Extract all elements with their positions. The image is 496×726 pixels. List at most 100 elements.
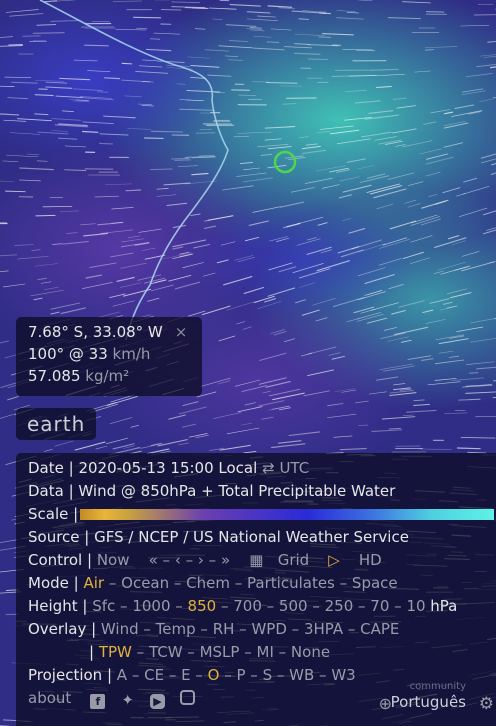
wind-streak xyxy=(99,142,114,145)
height-option-500[interactable]: 500 xyxy=(279,597,308,615)
spot-wind-unit[interactable]: km/h xyxy=(113,345,151,363)
option-separator: – xyxy=(115,597,133,615)
option-separator: – xyxy=(127,666,145,684)
menu-row-mode: Mode | Air – Ocean – Chem – Particulates… xyxy=(28,572,496,595)
mode-option-particulates[interactable]: Particulates xyxy=(247,574,335,592)
back-day-icon[interactable]: « xyxy=(149,551,158,569)
date-value[interactable]: 2020-05-13 15:00 Local xyxy=(78,459,257,477)
overlay-option-tpw[interactable]: TPW xyxy=(99,643,132,661)
option-separator: – xyxy=(353,597,371,615)
spot-tpw-unit[interactable]: kg/m² xyxy=(85,367,129,385)
overlay-option-temp[interactable]: Temp xyxy=(156,620,196,638)
mode-option-space[interactable]: Space xyxy=(352,574,398,592)
mode-option-ocean[interactable]: Ocean xyxy=(121,574,169,592)
overlay-option-mi[interactable]: MI xyxy=(257,643,274,661)
overlay-option-tcw[interactable]: TCW xyxy=(149,643,183,661)
wind-streak xyxy=(121,62,133,65)
overlay-option-cape[interactable]: CAPE xyxy=(360,620,399,638)
twitter-icon[interactable]: ✦ xyxy=(120,693,135,708)
play-icon[interactable]: ▷ xyxy=(328,551,340,569)
wind-streak xyxy=(34,113,49,116)
forward-step-icon[interactable]: › xyxy=(198,551,204,569)
spot-info-panel: 7.68° S, 33.08° W × 100° @ 33 km/h 57.085… xyxy=(16,317,202,396)
facebook-icon[interactable]: f xyxy=(90,694,106,709)
control-sep: – xyxy=(185,551,194,569)
forward-day-icon[interactable]: » xyxy=(221,551,230,569)
wind-streak xyxy=(184,7,208,9)
data-label: Data | xyxy=(28,482,74,500)
grid-toggle[interactable]: Grid xyxy=(278,551,309,569)
overlay-option-rh[interactable]: RH xyxy=(213,620,235,638)
close-icon[interactable]: × xyxy=(175,323,188,341)
wind-streak xyxy=(104,77,121,80)
about-link[interactable]: about xyxy=(28,689,71,707)
scale-label: Scale | xyxy=(28,505,79,523)
gear-icon[interactable]: ⚙ xyxy=(479,693,494,716)
option-separator: – xyxy=(182,643,200,661)
menu-panel: Date | 2020-05-13 15:00 Local ⇄ UTC Data… xyxy=(16,453,496,726)
spot-coords: 7.68° S, 33.08° W xyxy=(28,323,163,341)
height-option-700[interactable]: 700 xyxy=(233,597,262,615)
menu-row-data: Data | Wind @ 850hPa + Total Precipitabl… xyxy=(28,480,496,503)
projection-option-w3[interactable]: W3 xyxy=(331,666,355,684)
instagram-icon[interactable] xyxy=(179,690,195,705)
overlay-row2-prefix: | xyxy=(89,643,95,661)
menu-row-source: Source | GFS / NCEP / US National Weathe… xyxy=(28,526,496,549)
projection-option-wb[interactable]: WB xyxy=(289,666,314,684)
hd-toggle[interactable]: HD xyxy=(359,551,382,569)
control-sep: – xyxy=(162,551,171,569)
height-unit: hPa xyxy=(425,597,458,615)
mode-label: Mode | xyxy=(28,574,79,592)
youtube-icon[interactable]: ▶ xyxy=(149,694,165,709)
source-label: Source | xyxy=(28,528,90,546)
overlay-option-wpd[interactable]: WPD xyxy=(251,620,286,638)
menu-row-height: Height | Sfc – 1000 – 850 – 700 – 500 – … xyxy=(28,595,496,618)
option-separator: – xyxy=(272,666,290,684)
height-option-1000[interactable]: 1000 xyxy=(132,597,170,615)
projection-label: Projection | xyxy=(28,666,112,684)
mode-option-air[interactable]: Air xyxy=(83,574,104,592)
option-separator: – xyxy=(164,666,182,684)
color-scale-bar[interactable] xyxy=(80,509,494,520)
back-step-icon[interactable]: ‹ xyxy=(175,551,181,569)
earth-menu-button[interactable]: earth xyxy=(16,408,96,440)
height-option-70[interactable]: 70 xyxy=(370,597,389,615)
wind-streak xyxy=(456,447,481,450)
calendar-icon[interactable]: ▦ xyxy=(249,551,263,569)
wind-streak xyxy=(171,158,190,160)
overlay-option-3hpa[interactable]: 3HPA xyxy=(304,620,343,638)
wind-streak xyxy=(112,0,142,3)
projection-option-o[interactable]: O xyxy=(208,666,220,684)
height-option-250[interactable]: 250 xyxy=(325,597,354,615)
option-separator: – xyxy=(170,597,188,615)
option-separator: – xyxy=(234,620,252,638)
projection-option-ce[interactable]: CE xyxy=(144,666,164,684)
wind-streak xyxy=(84,44,109,47)
option-separator: – xyxy=(230,574,248,592)
option-separator: – xyxy=(286,620,304,638)
menu-row-date: Date | 2020-05-13 15:00 Local ⇄ UTC xyxy=(28,457,496,480)
projection-option-s[interactable]: S xyxy=(263,666,273,684)
projection-option-a[interactable]: A xyxy=(117,666,127,684)
option-separator: – xyxy=(245,666,263,684)
wind-streak xyxy=(22,35,41,37)
projection-option-p[interactable]: P xyxy=(236,666,245,684)
overlay-label: Overlay | xyxy=(28,620,97,638)
height-option-850[interactable]: 850 xyxy=(188,597,217,615)
projection-option-e[interactable]: E xyxy=(181,666,190,684)
now-button[interactable]: Now xyxy=(97,551,130,569)
option-separator: – xyxy=(216,597,234,615)
wind-streak xyxy=(82,130,99,133)
height-option-10[interactable]: 10 xyxy=(406,597,425,615)
language-selector[interactable]: Português xyxy=(391,691,466,714)
utc-toggle[interactable]: UTC xyxy=(279,459,309,477)
overlay-option-none[interactable]: None xyxy=(291,643,330,661)
menu-row-control: Control | Now « – ‹ – › – » ▦ Grid ▷ HD xyxy=(28,549,496,572)
overlay-option-mslp[interactable]: MSLP xyxy=(200,643,240,661)
swap-icon[interactable]: ⇄ xyxy=(262,459,275,477)
height-option-sfc[interactable]: Sfc xyxy=(92,597,115,615)
wind-streak xyxy=(132,16,162,19)
overlay-option-wind[interactable]: Wind xyxy=(101,620,139,638)
mode-option-chem[interactable]: Chem xyxy=(186,574,230,592)
wind-streak xyxy=(32,32,65,34)
